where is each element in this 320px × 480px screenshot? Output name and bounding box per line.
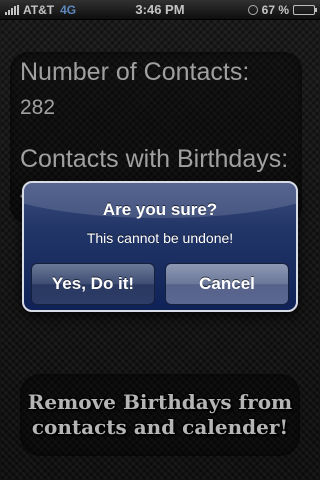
alert-message: This cannot be undone!: [86, 230, 234, 246]
cancel-button[interactable]: Cancel: [165, 263, 289, 305]
alert-title: Are you sure?: [102, 200, 218, 219]
confirm-button[interactable]: Yes, Do it!: [31, 263, 155, 305]
confirm-alert: Are you sure? This cannot be undone! Yes…: [22, 181, 298, 312]
